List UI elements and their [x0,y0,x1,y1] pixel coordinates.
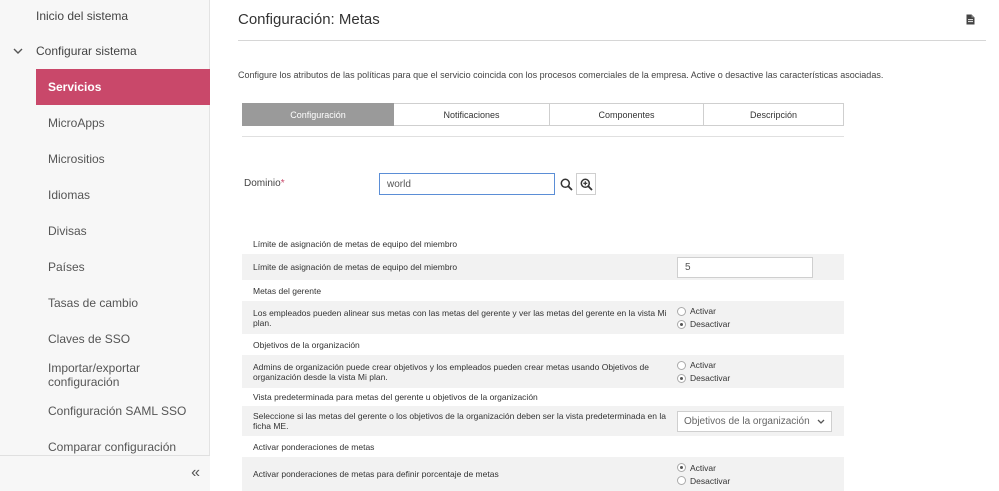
settings-list: Límite de asignación de metas de equipo … [242,233,844,491]
sidebar-item-importar-exportar[interactable]: Importar/exportar configuración [36,357,210,393]
main-content: Configuración: Metas Configure los atrib… [210,0,999,491]
radio-activar[interactable]: Activar [677,305,730,318]
sidebar-item-idiomas[interactable]: Idiomas [36,177,210,213]
sidebar-item-inicio[interactable]: Inicio del sistema [36,9,128,23]
zoom-in-icon[interactable] [576,173,596,195]
chevron-down-icon [817,419,825,424]
setting-control: Objetivos de la organización [677,410,832,432]
sidebar-item-micrositios[interactable]: Micrositios [36,141,210,177]
setting-row: Admins de organización puede crear objet… [242,355,844,388]
tabs-divider [242,136,844,137]
page-title: Configuración: Metas [238,11,380,28]
radio-label: Desactivar [690,475,731,486]
intro-text: Configure los atributos de las políticas… [238,70,884,80]
radio-button-selected[interactable] [677,463,686,472]
sidebar-group-configurar-sistema[interactable]: Configurar sistema [0,37,210,65]
radio-activar[interactable]: Activar [677,461,730,474]
tab-notificaciones[interactable]: Notificaciones [394,103,550,126]
sidebar-item-microapps[interactable]: MicroApps [36,105,210,141]
setting-description: Activar ponderaciones de metas para defi… [253,469,499,479]
document-icon[interactable] [966,12,975,30]
domain-label: Dominio* [244,178,285,189]
tab-descripcion[interactable]: Descripción [704,103,844,126]
radio-label: Activar [690,360,716,370]
setting-control: Activar Desactivar [677,359,730,385]
select-value: Objetivos de la organización [684,415,810,427]
radio-activar[interactable]: Activar [677,359,730,372]
setting-control [677,256,813,278]
default-view-select[interactable]: Objetivos de la organización [677,410,832,432]
setting-description: Admins de organización puede crear objet… [253,361,649,382]
section-heading: Objetivos de la organización [253,339,360,350]
setting-row: Seleccione si las metas del gerente o lo… [242,406,844,436]
section-heading: Vista predeterminada para metas del gere… [253,392,538,402]
domain-input[interactable] [379,173,555,195]
tab-componentes[interactable]: Componentes [550,103,704,126]
required-mark: * [280,178,285,189]
radio-desactivar[interactable]: Desactivar [677,474,730,487]
title-divider [238,40,986,41]
radio-button[interactable] [677,476,686,485]
section-heading: Límite de asignación de metas de equipo … [253,238,458,249]
radio-desactivar[interactable]: Desactivar [677,372,730,385]
app-root: Inicio del sistema Configurar sistema Se… [0,0,999,491]
radio-button[interactable] [677,360,686,370]
setting-control: Activar Desactivar [677,461,730,487]
radio-button[interactable] [677,306,686,316]
setting-row: Límite de asignación de metas de equipo … [242,254,844,280]
sidebar-submenu: Servicios MicroApps Micrositios Idiomas … [36,69,210,465]
setting-row: Activar ponderaciones de metas para defi… [242,457,844,491]
section-heading: Activar ponderaciones de metas [253,441,375,452]
radio-label: Desactivar [690,319,731,329]
sidebar-group-label: Configurar sistema [36,44,137,58]
tab-configuracion[interactable]: Configuración [242,103,394,126]
radio-label: Activar [690,306,716,316]
setting-description: Seleccione si las metas del gerente o lo… [253,411,666,431]
section-heading: Metas del gerente [253,285,322,296]
sidebar-item-divisas[interactable]: Divisas [36,213,210,249]
collapse-sidebar-icon[interactable]: « [191,465,200,481]
team-goal-limit-input[interactable] [677,256,813,278]
radio-button-selected[interactable] [677,373,686,383]
sidebar-item-saml-sso[interactable]: Configuración SAML SSO [36,393,210,429]
radio-label: Activar [690,462,716,473]
chevron-down-icon [0,48,36,55]
sidebar-item-servicios[interactable]: Servicios [36,69,210,105]
radio-button-selected[interactable] [677,319,686,329]
setting-control: Activar Desactivar [677,305,730,331]
domain-label-text: Dominio [244,178,281,189]
setting-row: Los empleados pueden alinear sus metas c… [242,301,844,334]
search-icon[interactable] [556,173,576,195]
sidebar: Inicio del sistema Configurar sistema Se… [0,0,210,491]
tab-bar: Configuración Notificaciones Componentes… [242,103,844,126]
setting-description: Límite de asignación de metas de equipo … [253,262,458,272]
sidebar-footer: « [0,455,210,491]
setting-description: Los empleados pueden alinear sus metas c… [253,307,667,328]
radio-label: Desactivar [690,373,731,383]
sidebar-item-paises[interactable]: Países [36,249,210,285]
sidebar-item-claves-sso[interactable]: Claves de SSO [36,321,210,357]
sidebar-item-tasas-de-cambio[interactable]: Tasas de cambio [36,285,210,321]
radio-desactivar[interactable]: Desactivar [677,318,730,331]
